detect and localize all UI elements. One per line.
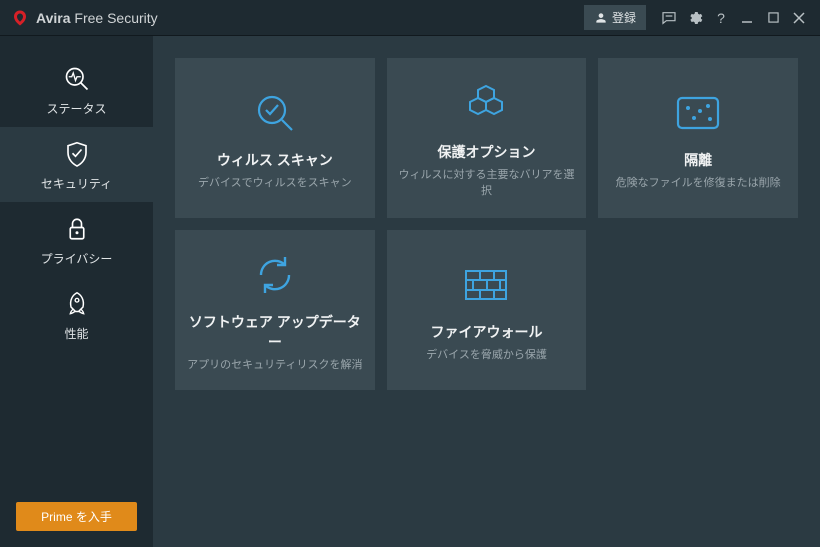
gear-icon xyxy=(687,10,703,26)
minimize-icon xyxy=(741,12,753,24)
tile-title: 隔離 xyxy=(684,150,712,170)
tile-desc: ウィルスに対する主要なバリアを選択 xyxy=(397,166,577,198)
tile-desc: デバイスを脅威から保護 xyxy=(426,346,547,362)
product-text: Free Security xyxy=(74,10,157,26)
prime-label: Prime を入手 xyxy=(41,510,112,524)
feedback-icon xyxy=(661,10,677,26)
sidebar: ステータス セキュリティ プライバシー 性能 Prime を入手 xyxy=(0,36,153,547)
user-icon xyxy=(594,11,608,25)
firewall-icon xyxy=(460,258,512,312)
tile-quarantine[interactable]: 隔離 危険なファイルを修復または削除 xyxy=(598,58,798,218)
sidebar-item-performance[interactable]: 性能 xyxy=(0,277,153,352)
tile-title: ソフトウェア アップデーター xyxy=(185,312,365,352)
tile-desc: 危険なファイルを修復または削除 xyxy=(616,174,781,190)
sidebar-item-label: プライバシー xyxy=(41,250,113,267)
tile-title: 保護オプション xyxy=(437,142,535,162)
close-button[interactable] xyxy=(786,5,812,31)
settings-button[interactable] xyxy=(682,5,708,31)
maximize-button[interactable] xyxy=(760,5,786,31)
tile-software-updater[interactable]: ソフトウェア アップデーター アプリのセキュリティリスクを解消 xyxy=(175,230,375,390)
feedback-button[interactable] xyxy=(656,5,682,31)
tile-title: ファイアウォール xyxy=(430,322,542,342)
maximize-icon xyxy=(768,12,779,23)
sidebar-item-privacy[interactable]: プライバシー xyxy=(0,202,153,277)
sidebar-item-label: ステータス xyxy=(46,100,106,117)
titlebar: Avira Free Security 登録 ? xyxy=(0,0,820,36)
avira-logo-icon xyxy=(10,8,30,28)
close-icon xyxy=(793,12,805,24)
software-updater-icon xyxy=(251,248,299,302)
content-grid: ウィルス スキャン デバイスでウィルスをスキャン 保護オプション ウィルスに対す… xyxy=(153,36,820,547)
shield-icon xyxy=(62,139,92,169)
tile-virus-scan[interactable]: ウィルス スキャン デバイスでウィルスをスキャン xyxy=(175,58,375,218)
protection-options-icon xyxy=(461,78,511,132)
lock-icon xyxy=(62,214,92,244)
sidebar-item-label: 性能 xyxy=(64,325,88,342)
sidebar-item-status[interactable]: ステータス xyxy=(0,52,153,127)
sidebar-item-security[interactable]: セキュリティ xyxy=(0,127,153,202)
tile-protection-options[interactable]: 保護オプション ウィルスに対する主要なバリアを選択 xyxy=(387,58,587,218)
tile-firewall[interactable]: ファイアウォール デバイスを脅威から保護 xyxy=(387,230,587,390)
brand-text: Avira xyxy=(36,10,71,26)
minimize-button[interactable] xyxy=(734,5,760,31)
help-button[interactable]: ? xyxy=(708,5,734,31)
rocket-icon xyxy=(62,289,92,319)
status-icon xyxy=(62,64,92,94)
login-button[interactable]: 登録 xyxy=(584,5,646,30)
prime-button[interactable]: Prime を入手 xyxy=(16,502,137,531)
sidebar-item-label: セキュリティ xyxy=(41,175,112,192)
tile-desc: アプリのセキュリティリスクを解消 xyxy=(187,356,362,372)
tile-title: ウィルス スキャン xyxy=(217,150,333,170)
virus-scan-icon xyxy=(250,86,300,140)
help-icon: ? xyxy=(717,10,725,26)
app-title: Avira Free Security xyxy=(36,10,158,26)
tile-desc: デバイスでウィルスをスキャン xyxy=(198,174,352,190)
login-label: 登録 xyxy=(612,9,636,26)
quarantine-icon xyxy=(672,86,724,140)
